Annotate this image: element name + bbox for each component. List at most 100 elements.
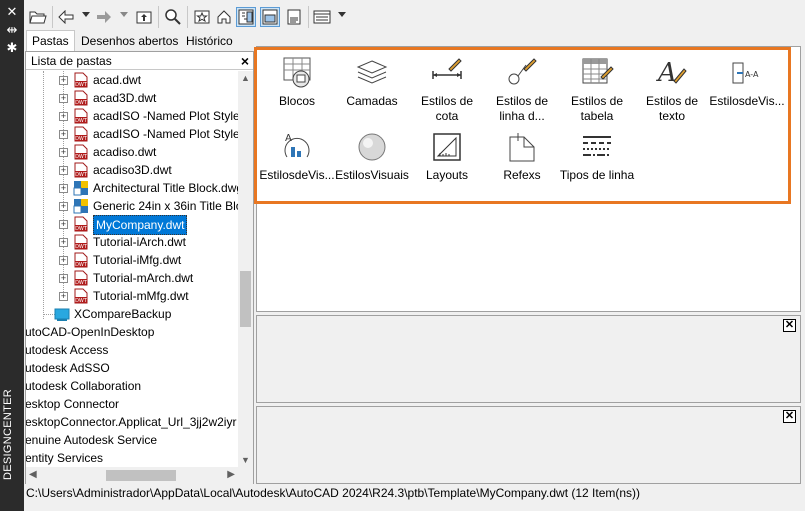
properties-icon[interactable]: ✱	[4, 41, 20, 55]
tree-row[interactable]: utodesk AdSSO	[26, 359, 238, 377]
content-item[interactable]: Estilos de cota	[409, 55, 485, 124]
tree-row-label[interactable]: acad.dwt	[93, 71, 141, 89]
close-preview-icon[interactable]: ✕	[783, 319, 796, 332]
close-description-icon[interactable]: ✕	[783, 410, 796, 423]
tree-horizontal-scrollbar[interactable]: ◀ ▶	[26, 467, 238, 484]
tree-row-label[interactable]: utoCAD-OpenInDesktop	[26, 323, 154, 341]
tree-row-label[interactable]: entity Services	[26, 449, 103, 467]
tree-row-label[interactable]: Tutorial-mMfg.dwt	[93, 287, 189, 305]
tree-row-label[interactable]: acad3D.dwt	[93, 89, 156, 107]
content-item[interactable]: Camadas	[334, 55, 410, 109]
tree-row-label[interactable]: utodesk AdSSO	[26, 359, 110, 377]
tree-row[interactable]: + DWT Tutorial-iArch.dwt	[26, 233, 238, 251]
content-item[interactable]: Refexs	[484, 129, 560, 183]
close-icon[interactable]: ✕	[4, 5, 20, 19]
tree-row-label[interactable]: Generic 24in x 36in Title Block	[93, 197, 238, 215]
description-icon[interactable]	[284, 7, 304, 27]
tree-row[interactable]: XCompareBackup	[26, 305, 238, 323]
expand-icon[interactable]: +	[59, 202, 68, 211]
tree-row-label[interactable]: esktop Connector	[26, 395, 119, 413]
tree-row[interactable]: + DWT Tutorial-mMfg.dwt	[26, 287, 238, 305]
up-icon[interactable]	[134, 7, 154, 27]
tree-row[interactable]: utodesk Access	[26, 341, 238, 359]
autohide-icon[interactable]: ⇹	[4, 23, 20, 37]
tree-row-label[interactable]: acadiso3D.dwt	[93, 161, 172, 179]
content-item[interactable]: A EstilosdeVis...	[259, 129, 335, 183]
expand-icon[interactable]: +	[59, 148, 68, 157]
tree-row[interactable]: + DWT Tutorial-iMfg.dwt	[26, 251, 238, 269]
search-icon[interactable]	[163, 7, 183, 27]
content-item[interactable]: Blocos	[259, 55, 335, 109]
content-item[interactable]: Layouts	[409, 129, 485, 183]
tab-desenhos-abertos[interactable]: Desenhos abertos	[75, 30, 184, 52]
tree-row-label[interactable]: Tutorial-iMfg.dwt	[93, 251, 181, 269]
tree-row-label[interactable]: enuine Autodesk Service	[26, 431, 157, 449]
tree-row[interactable]: + DWT acadiso.dwt	[26, 143, 238, 161]
tree-row[interactable]: esktopConnector.Applicat_Url_3jj2w2iyr	[26, 413, 238, 431]
back-icon[interactable]	[56, 7, 76, 27]
tree-row-label[interactable]: XCompareBackup	[74, 305, 171, 323]
preview-icon[interactable]	[260, 7, 280, 27]
tree-row[interactable]: + DWT acadISO -Named Plot Styles	[26, 125, 238, 143]
tree-row-label[interactable]: utodesk Access	[26, 341, 108, 359]
tree-row[interactable]: + DWT Tutorial-mArch.dwt	[26, 269, 238, 287]
folder-tree-header: Lista de pastas ×	[26, 52, 253, 70]
tree-row[interactable]: esktop Connector	[26, 395, 238, 413]
tree-row[interactable]: + DWT acadISO -Named Plot Styles	[26, 107, 238, 125]
tree-vertical-scrollbar[interactable]: ▲ ▼	[238, 71, 253, 467]
tree-row-label[interactable]: acadISO -Named Plot Styles	[93, 107, 238, 125]
tree-row-label[interactable]: Architectural Title Block.dwg	[93, 179, 238, 197]
expand-icon[interactable]: +	[59, 220, 68, 229]
content-item[interactable]: Tipos de linha	[559, 129, 635, 183]
textstyle-icon: A	[654, 55, 690, 91]
content-item-label: Blocos	[278, 94, 316, 108]
tree-row[interactable]: + DWT acad.dwt	[26, 71, 238, 89]
tree-row[interactable]: + Architectural Title Block.dwg	[26, 179, 238, 197]
expand-icon[interactable]: +	[59, 238, 68, 247]
home-icon[interactable]	[214, 7, 234, 27]
favorites-icon[interactable]	[192, 7, 212, 27]
tree-row-label[interactable]: Tutorial-mArch.dwt	[93, 269, 193, 287]
tree-row[interactable]: + DWT MyCompany.dwt	[26, 215, 238, 235]
description-scrollbar[interactable]	[783, 427, 800, 481]
expand-icon[interactable]: +	[59, 112, 68, 121]
tree-row-label[interactable]: utodesk Collaboration	[26, 377, 141, 395]
expand-icon[interactable]: +	[59, 184, 68, 193]
svg-text:DWT: DWT	[75, 100, 88, 106]
tree-view-toggle-icon[interactable]	[236, 7, 256, 27]
close-icon[interactable]: ×	[241, 52, 249, 70]
forward-dropdown-icon[interactable]	[120, 12, 128, 17]
tree-row[interactable]: + Generic 24in x 36in Title Block	[26, 197, 238, 215]
load-icon[interactable]	[28, 7, 48, 27]
tab-historico[interactable]: Histórico	[180, 30, 239, 52]
tree-row[interactable]: utodesk Collaboration	[26, 377, 238, 395]
forward-icon[interactable]	[94, 7, 114, 27]
content-item[interactable]: Estilos de linha d...	[484, 55, 560, 124]
tree-row-label[interactable]: Tutorial-iArch.dwt	[93, 233, 186, 251]
expand-icon[interactable]: +	[59, 292, 68, 301]
tree-row-label[interactable]: acadiso.dwt	[93, 143, 156, 161]
dwt-file-icon: DWT	[73, 90, 89, 106]
tree-row[interactable]: entity Services	[26, 449, 238, 467]
views-dropdown-icon[interactable]	[338, 12, 346, 17]
tree-row[interactable]: enuine Autodesk Service	[26, 431, 238, 449]
tree-row-label-selected[interactable]: MyCompany.dwt	[93, 215, 188, 235]
back-dropdown-icon[interactable]	[82, 12, 90, 17]
expand-icon[interactable]: +	[59, 274, 68, 283]
tree-row[interactable]: utoCAD-OpenInDesktop	[26, 323, 238, 341]
content-item[interactable]: Estilos de tabela	[559, 55, 635, 124]
content-item[interactable]: A-A EstilosdeVis...	[709, 55, 785, 109]
expand-icon[interactable]: +	[59, 166, 68, 175]
expand-icon[interactable]: +	[59, 256, 68, 265]
expand-icon[interactable]: +	[59, 130, 68, 139]
expand-icon[interactable]: +	[59, 94, 68, 103]
tree-row-label[interactable]: acadISO -Named Plot Styles	[93, 125, 238, 143]
tree-row-label[interactable]: esktopConnector.Applicat_Url_3jj2w2iyr	[26, 413, 236, 431]
tab-pastas[interactable]: Pastas	[26, 30, 75, 52]
content-item[interactable]: A Estilos de texto	[634, 55, 710, 124]
tree-row[interactable]: + DWT acad3D.dwt	[26, 89, 238, 107]
expand-icon[interactable]: +	[59, 76, 68, 85]
content-item[interactable]: EstilosVisuais	[334, 129, 410, 183]
tree-row[interactable]: + DWT acadiso3D.dwt	[26, 161, 238, 179]
views-icon[interactable]	[312, 7, 332, 27]
